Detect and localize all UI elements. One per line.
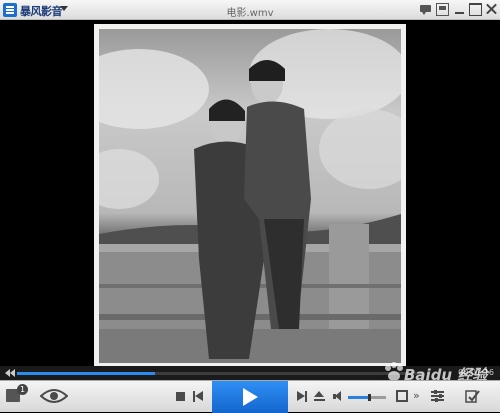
close-icon[interactable] [485, 3, 498, 16]
play-icon [243, 388, 258, 406]
skin-icon[interactable] [436, 3, 449, 16]
seek-slider[interactable] [17, 372, 422, 375]
rewind-icon[interactable] [5, 369, 15, 377]
next-icon[interactable] [297, 391, 308, 402]
title-bar: 暴风影音 电影.wmv [0, 0, 500, 20]
volume-level [348, 396, 369, 399]
equalizer-icon[interactable] [431, 390, 444, 403]
volume-slider[interactable] [348, 394, 386, 401]
volume-icon[interactable] [333, 391, 345, 402]
volume-knob[interactable] [367, 394, 371, 401]
video-area[interactable] [0, 20, 500, 366]
eye-icon[interactable] [40, 388, 68, 404]
play-button[interactable] [212, 381, 288, 413]
fullscreen-icon[interactable] [396, 390, 408, 402]
eject-icon[interactable] [314, 391, 325, 402]
previous-icon[interactable] [193, 391, 204, 402]
video-image [99, 29, 401, 363]
seek-progress [17, 372, 155, 375]
maximize-icon[interactable] [469, 3, 482, 16]
control-bar: 1 » [0, 380, 500, 413]
checklist-icon[interactable] [465, 389, 480, 404]
expand-icon[interactable]: » [413, 389, 420, 402]
chat-icon[interactable] [419, 3, 432, 16]
stop-icon[interactable] [176, 392, 185, 401]
video-frame [94, 24, 406, 366]
minimize-icon[interactable] [453, 3, 466, 16]
playlist-badge: 1 [17, 384, 28, 395]
